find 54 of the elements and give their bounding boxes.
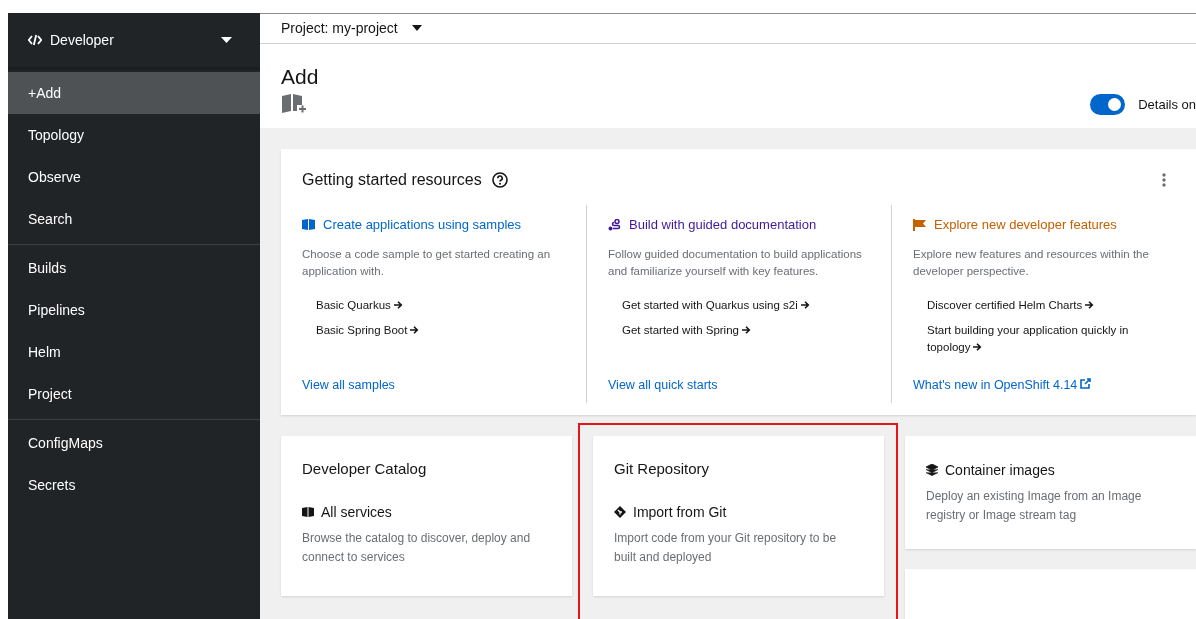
resource-link[interactable]: Basic Spring Boot xyxy=(316,322,565,339)
view-all-link[interactable]: View all quick starts xyxy=(608,378,718,392)
caret-icon xyxy=(411,25,422,32)
arrow-icon xyxy=(410,326,420,334)
help-icon[interactable] xyxy=(491,172,508,188)
view-all-link[interactable]: What's new in OpenShift 4.14 xyxy=(913,378,1092,392)
nav-item[interactable]: ConfigMaps xyxy=(8,422,260,464)
code-icon xyxy=(28,34,42,46)
arrow-icon xyxy=(742,326,751,334)
resource-link[interactable]: Get started with Quarkus using s2i xyxy=(622,297,870,314)
project-selector[interactable]: Project: my-project xyxy=(281,20,422,37)
nav-item[interactable]: Topology xyxy=(8,114,260,156)
nav-item[interactable]: Search xyxy=(8,198,260,240)
card-title: Git Repository xyxy=(614,460,711,477)
resource-link[interactable]: Discover certified Helm Charts xyxy=(927,297,1175,314)
details-toggle[interactable] xyxy=(1090,93,1126,115)
book-icon xyxy=(302,507,314,517)
nav-item[interactable]: Helm xyxy=(8,331,260,373)
resource-link[interactable]: Get started with Spring xyxy=(622,322,870,339)
resource-description: Explore new features and resources within the developer perspective. xyxy=(913,247,1150,279)
resource-title-link[interactable]: Explore new developer features xyxy=(934,217,1117,232)
external-link-icon xyxy=(1080,378,1092,389)
nav-item[interactable]: Project xyxy=(8,373,260,415)
nav-item[interactable]: Pipelines xyxy=(8,289,260,331)
arrow-icon xyxy=(800,301,810,309)
option-description: Deploy an existing Image from an Image registry or Image stream tag xyxy=(926,488,1143,524)
book-plus-icon[interactable] xyxy=(281,93,307,115)
resource-link[interactable]: Start building your application quickly in topology xyxy=(927,322,1175,356)
resource-title-link[interactable]: Build with guided documentation xyxy=(629,217,817,232)
card-title: Getting started resources xyxy=(302,171,482,189)
arrow-icon xyxy=(973,343,983,351)
option-link[interactable]: Container images xyxy=(945,462,1055,478)
option-link[interactable]: Import from Git xyxy=(633,504,727,520)
resource-description: Choose a code sample to get started creating an application with. xyxy=(302,247,552,279)
git-icon xyxy=(614,506,626,518)
page-title: Add xyxy=(281,63,320,89)
caret-icon xyxy=(221,37,232,43)
arrow-icon xyxy=(393,301,403,309)
card-title: Developer Catalog xyxy=(302,460,428,477)
resource-description: Follow guided documentation to build applications and familiarize yourself with key features. xyxy=(608,247,863,279)
nav-item[interactable]: +Add xyxy=(8,72,260,114)
layers-icon xyxy=(926,464,938,476)
toggle-label: Details on xyxy=(1138,96,1196,112)
option-link[interactable]: All services xyxy=(321,504,392,520)
arrow-icon xyxy=(1085,301,1095,309)
kebab-icon[interactable] xyxy=(1162,173,1166,187)
nav-item[interactable]: Observe xyxy=(8,156,260,198)
nav-item[interactable]: Builds xyxy=(8,247,260,289)
nav-item[interactable]: Secrets xyxy=(8,464,260,506)
view-all-link[interactable]: View all samples xyxy=(302,378,395,392)
resource-link[interactable]: Basic Quarkus xyxy=(316,297,565,314)
option-description: Browse the catalog to discover, deploy and connect to services xyxy=(302,530,532,566)
option-description: Import code from your Git repository to be built and deployed xyxy=(614,530,838,566)
resource-title-link[interactable]: Create applications using samples xyxy=(323,217,521,232)
